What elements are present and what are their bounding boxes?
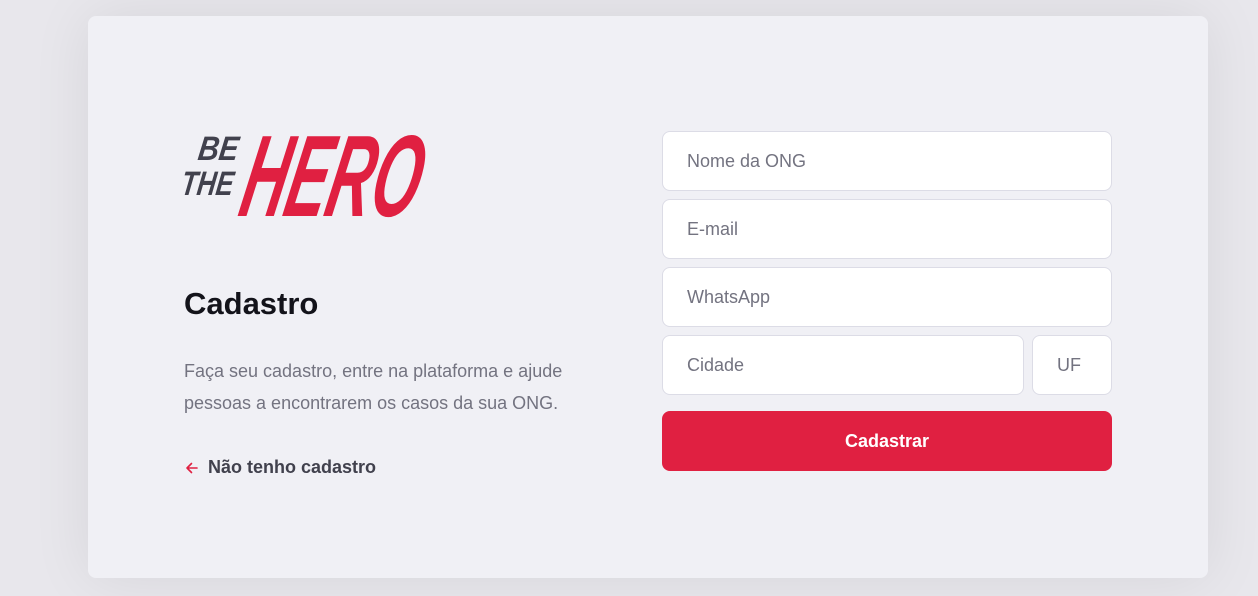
be-the-hero-logo: BE THE HERO	[184, 111, 436, 222]
logo-be-text: BE	[196, 130, 242, 168]
page-description: Faça seu cadastro, entre na plataforma e…	[184, 361, 563, 413]
register-button[interactable]: Cadastrar	[662, 411, 1112, 471]
register-form: Cadastrar	[662, 131, 1112, 471]
whatsapp-input[interactable]	[662, 267, 1112, 327]
logo-the-text: THE	[184, 165, 237, 203]
uf-input[interactable]	[1032, 335, 1112, 395]
page-title: Cadastro	[184, 286, 319, 321]
intro-section: BE THE HERO Cadastro Faça seu cadastro, …	[184, 110, 604, 478]
register-card: BE THE HERO Cadastro Faça seu cadastro, …	[88, 16, 1208, 578]
arrow-left-icon	[186, 462, 198, 473]
logo-hero-text: HERO	[231, 111, 436, 222]
back-link-label: Não tenho cadastro	[208, 457, 377, 477]
email-input[interactable]	[662, 199, 1112, 259]
ngo-name-input[interactable]	[662, 131, 1112, 191]
city-uf-row	[662, 335, 1112, 403]
back-to-login-link[interactable]: Não tenho cadastro	[184, 457, 376, 478]
city-input[interactable]	[662, 335, 1024, 395]
